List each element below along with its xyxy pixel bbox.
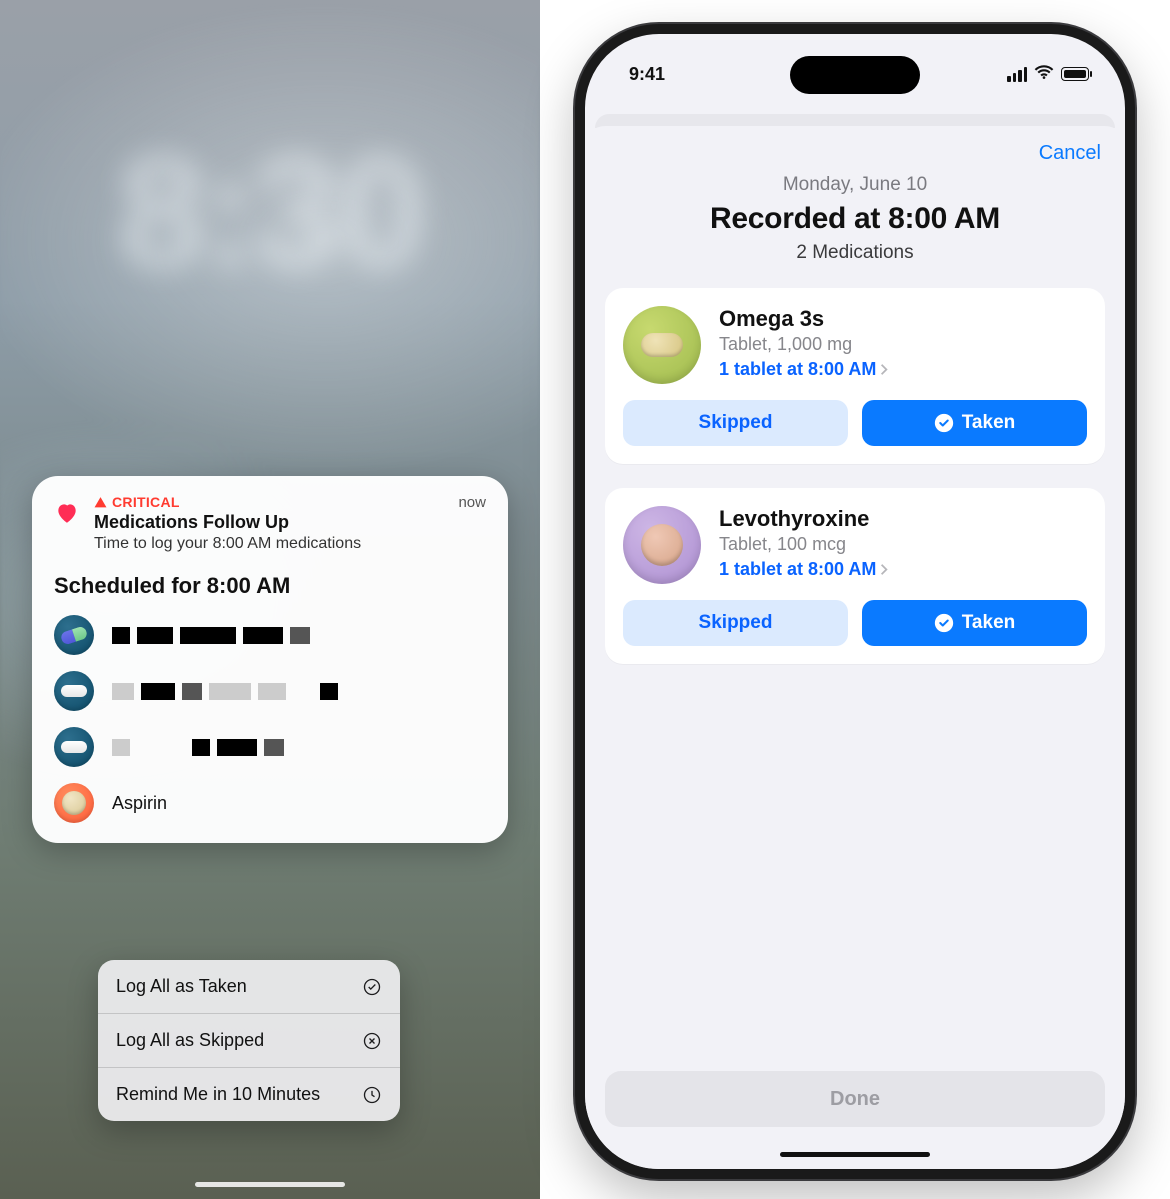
medication-row — [54, 671, 486, 711]
chevron-right-icon — [880, 563, 888, 576]
check-circle-fill-icon — [934, 613, 954, 633]
remind-later-action[interactable]: Remind Me in 10 Minutes — [98, 1068, 400, 1121]
done-button[interactable]: Done — [605, 1071, 1105, 1127]
critical-badge: CRITICAL — [94, 494, 458, 510]
log-all-skipped-action[interactable]: Log All as Skipped — [98, 1014, 400, 1068]
phone-frame: 9:41 Cancel Monday, June 10 Recorded at … — [575, 24, 1135, 1179]
redacted-medication-name — [112, 739, 284, 756]
pill-icon — [54, 671, 94, 711]
skipped-button[interactable]: Skipped — [623, 400, 848, 446]
lock-time: 8:30 — [0, 120, 540, 304]
medication-row — [54, 727, 486, 767]
notification-subtitle: Time to log your 8:00 AM medications — [94, 535, 458, 553]
check-circle-icon — [362, 977, 382, 997]
medication-form: Tablet, 100 mcg — [719, 534, 1087, 555]
medication-row: Aspirin — [54, 783, 486, 823]
wifi-icon — [1034, 64, 1054, 85]
redacted-medication-name — [112, 627, 310, 644]
medication-name: Aspirin — [112, 793, 167, 814]
notification-action-menu: Log All as Taken Log All as Skipped Remi… — [98, 960, 400, 1121]
medication-badge-icon — [623, 506, 701, 584]
critical-label: CRITICAL — [112, 494, 180, 510]
pill-icon — [54, 727, 94, 767]
medication-schedule-link[interactable]: 1 tablet at 8:00 AM — [719, 359, 1087, 380]
action-label: Remind Me in 10 Minutes — [116, 1084, 320, 1105]
health-heart-icon — [54, 500, 80, 526]
medication-row — [54, 615, 486, 655]
sheet-date: Monday, June 10 — [605, 174, 1105, 196]
taken-button[interactable]: Taken — [862, 600, 1087, 646]
medications-sheet: Cancel Monday, June 10 Recorded at 8:00 … — [585, 126, 1125, 1169]
phone-panel: 9:41 Cancel Monday, June 10 Recorded at … — [540, 0, 1170, 1199]
medication-name: Levothyroxine — [719, 506, 1087, 532]
log-all-taken-action[interactable]: Log All as Taken — [98, 960, 400, 1014]
sheet-title: Recorded at 8:00 AM — [605, 202, 1105, 236]
medication-badge-icon — [623, 306, 701, 384]
medication-card: Omega 3s Tablet, 1,000 mg 1 tablet at 8:… — [605, 288, 1105, 464]
status-time: 9:41 — [629, 64, 665, 85]
notification-title: Medications Follow Up — [94, 512, 458, 533]
chevron-right-icon — [880, 363, 888, 376]
medications-notification[interactable]: CRITICAL Medications Follow Up Time to l… — [32, 476, 508, 843]
medication-card: Levothyroxine Tablet, 100 mcg 1 tablet a… — [605, 488, 1105, 664]
x-circle-icon — [362, 1031, 382, 1051]
cancel-button[interactable]: Cancel — [1039, 142, 1101, 165]
schedule-heading: Scheduled for 8:00 AM — [54, 573, 486, 599]
check-circle-fill-icon — [934, 413, 954, 433]
notification-timestamp: now — [458, 494, 486, 511]
medication-name: Omega 3s — [719, 306, 1087, 332]
battery-icon — [1061, 67, 1089, 81]
taken-button[interactable]: Taken — [862, 400, 1087, 446]
action-label: Log All as Taken — [116, 976, 247, 997]
medication-schedule-link[interactable]: 1 tablet at 8:00 AM — [719, 559, 1087, 580]
home-indicator[interactable] — [780, 1152, 930, 1157]
capsule-icon — [54, 615, 94, 655]
skipped-button[interactable]: Skipped — [623, 600, 848, 646]
dynamic-island — [790, 56, 920, 94]
medication-form: Tablet, 1,000 mg — [719, 334, 1087, 355]
home-indicator[interactable] — [195, 1182, 345, 1187]
action-label: Log All as Skipped — [116, 1030, 264, 1051]
clock-icon — [362, 1085, 382, 1105]
notification-header: CRITICAL Medications Follow Up Time to l… — [54, 494, 486, 553]
cellular-signal-icon — [1007, 67, 1027, 82]
redacted-medication-name — [112, 683, 338, 700]
tablet-icon — [54, 783, 94, 823]
sheet-medication-count: 2 Medications — [605, 242, 1105, 264]
lock-screen-panel: 8:30 CRITICAL Medications Follow Up Time… — [0, 0, 540, 1199]
